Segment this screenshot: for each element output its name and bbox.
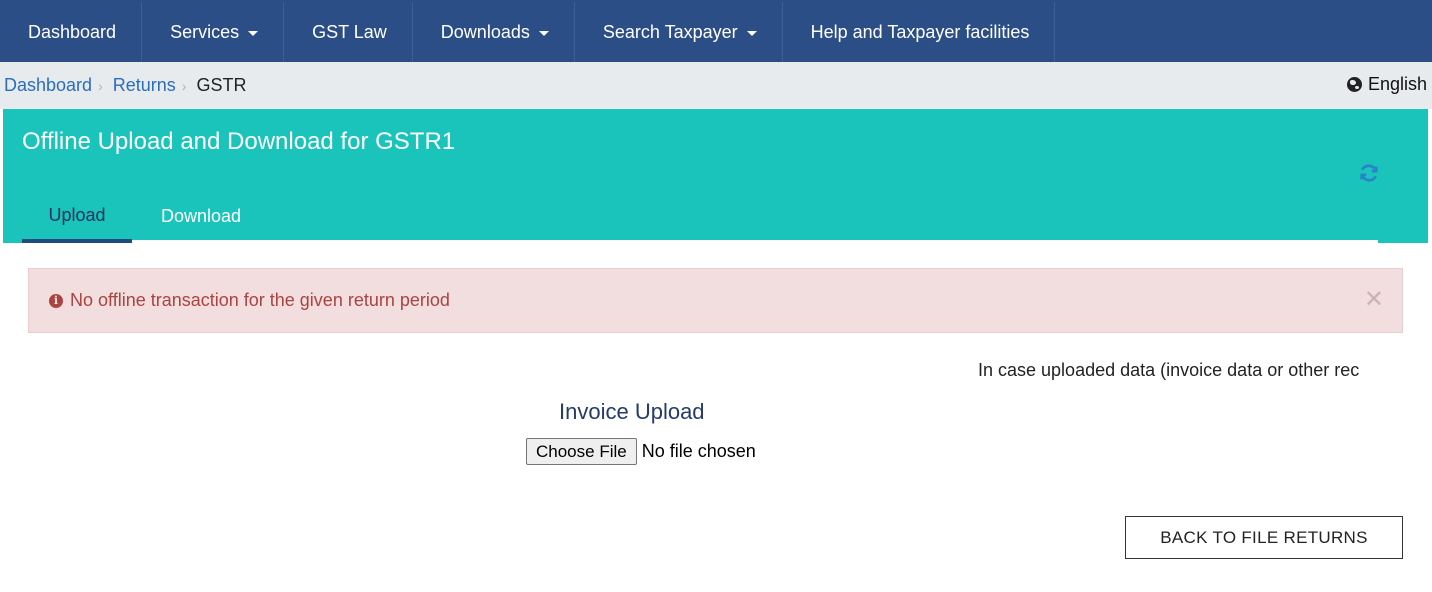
page-header: Offline Upload and Download for GSTR1 Up…: [3, 109, 1428, 243]
nav-item-gst-law[interactable]: GST Law: [284, 2, 413, 62]
file-status: No file chosen: [641, 441, 756, 461]
tab-download[interactable]: Download: [161, 197, 241, 243]
breadcrumb-dashboard-link[interactable]: Dashboard: [4, 75, 92, 96]
language-label: English: [1367, 74, 1427, 94]
globe-icon: [1346, 77, 1362, 92]
error-alert: i No offline transaction for the given r…: [28, 268, 1403, 333]
caret-down-icon: [746, 30, 757, 36]
nav-item-label: Dashboard: [28, 21, 117, 42]
nav-item-label: Help and Taxpayer facilities: [810, 21, 1030, 42]
close-icon[interactable]: ✕: [1364, 288, 1384, 312]
breadcrumb-current: GSTR: [196, 75, 247, 95]
file-picker: Choose File No file chosen: [526, 438, 756, 465]
top-navigation: Dashboard Services GST Law Downloads Sea…: [0, 0, 1432, 62]
chevron-right-icon: ›: [98, 77, 103, 94]
refresh-icon[interactable]: [1358, 162, 1380, 184]
caret-down-icon: [248, 30, 259, 36]
invoice-upload-title: Invoice Upload: [559, 399, 705, 424]
nav-item-label: GST Law: [312, 21, 387, 42]
page-title: Offline Upload and Download for GSTR1: [22, 128, 456, 155]
language-selector[interactable]: English: [1346, 74, 1427, 95]
caret-down-icon: [538, 30, 549, 36]
upload-note: In case uploaded data (invoice data or o…: [978, 360, 1360, 380]
breadcrumb-bar: Dashboard › Returns › GSTR English: [0, 62, 1432, 109]
nav-item-label: Search Taxpayer: [602, 21, 738, 42]
nav-item-services[interactable]: Services: [142, 2, 285, 62]
nav-item-downloads[interactable]: Downloads: [413, 2, 575, 62]
alert-message: No offline transaction for the given ret…: [70, 290, 450, 310]
info-circle-icon: i: [49, 293, 63, 308]
tab-upload[interactable]: Upload: [22, 197, 132, 243]
tab-bar-underline: [132, 240, 1378, 243]
breadcrumb: Dashboard › Returns › GSTR: [0, 75, 246, 96]
breadcrumb-returns-link[interactable]: Returns: [113, 75, 176, 96]
nav-item-dashboard[interactable]: Dashboard: [0, 2, 143, 62]
back-to-file-returns-button[interactable]: BACK TO FILE RETURNS: [1125, 516, 1403, 559]
nav-item-label: Services: [170, 21, 240, 42]
choose-file-button[interactable]: Choose File: [526, 438, 637, 465]
tab-bar: Upload Download: [22, 197, 241, 243]
nav-item-help[interactable]: Help and Taxpayer facilities: [783, 2, 1056, 62]
nav-item-label: Downloads: [440, 21, 530, 42]
chevron-right-icon: ›: [181, 77, 187, 94]
nav-item-search-taxpayer[interactable]: Search Taxpayer: [575, 2, 783, 62]
